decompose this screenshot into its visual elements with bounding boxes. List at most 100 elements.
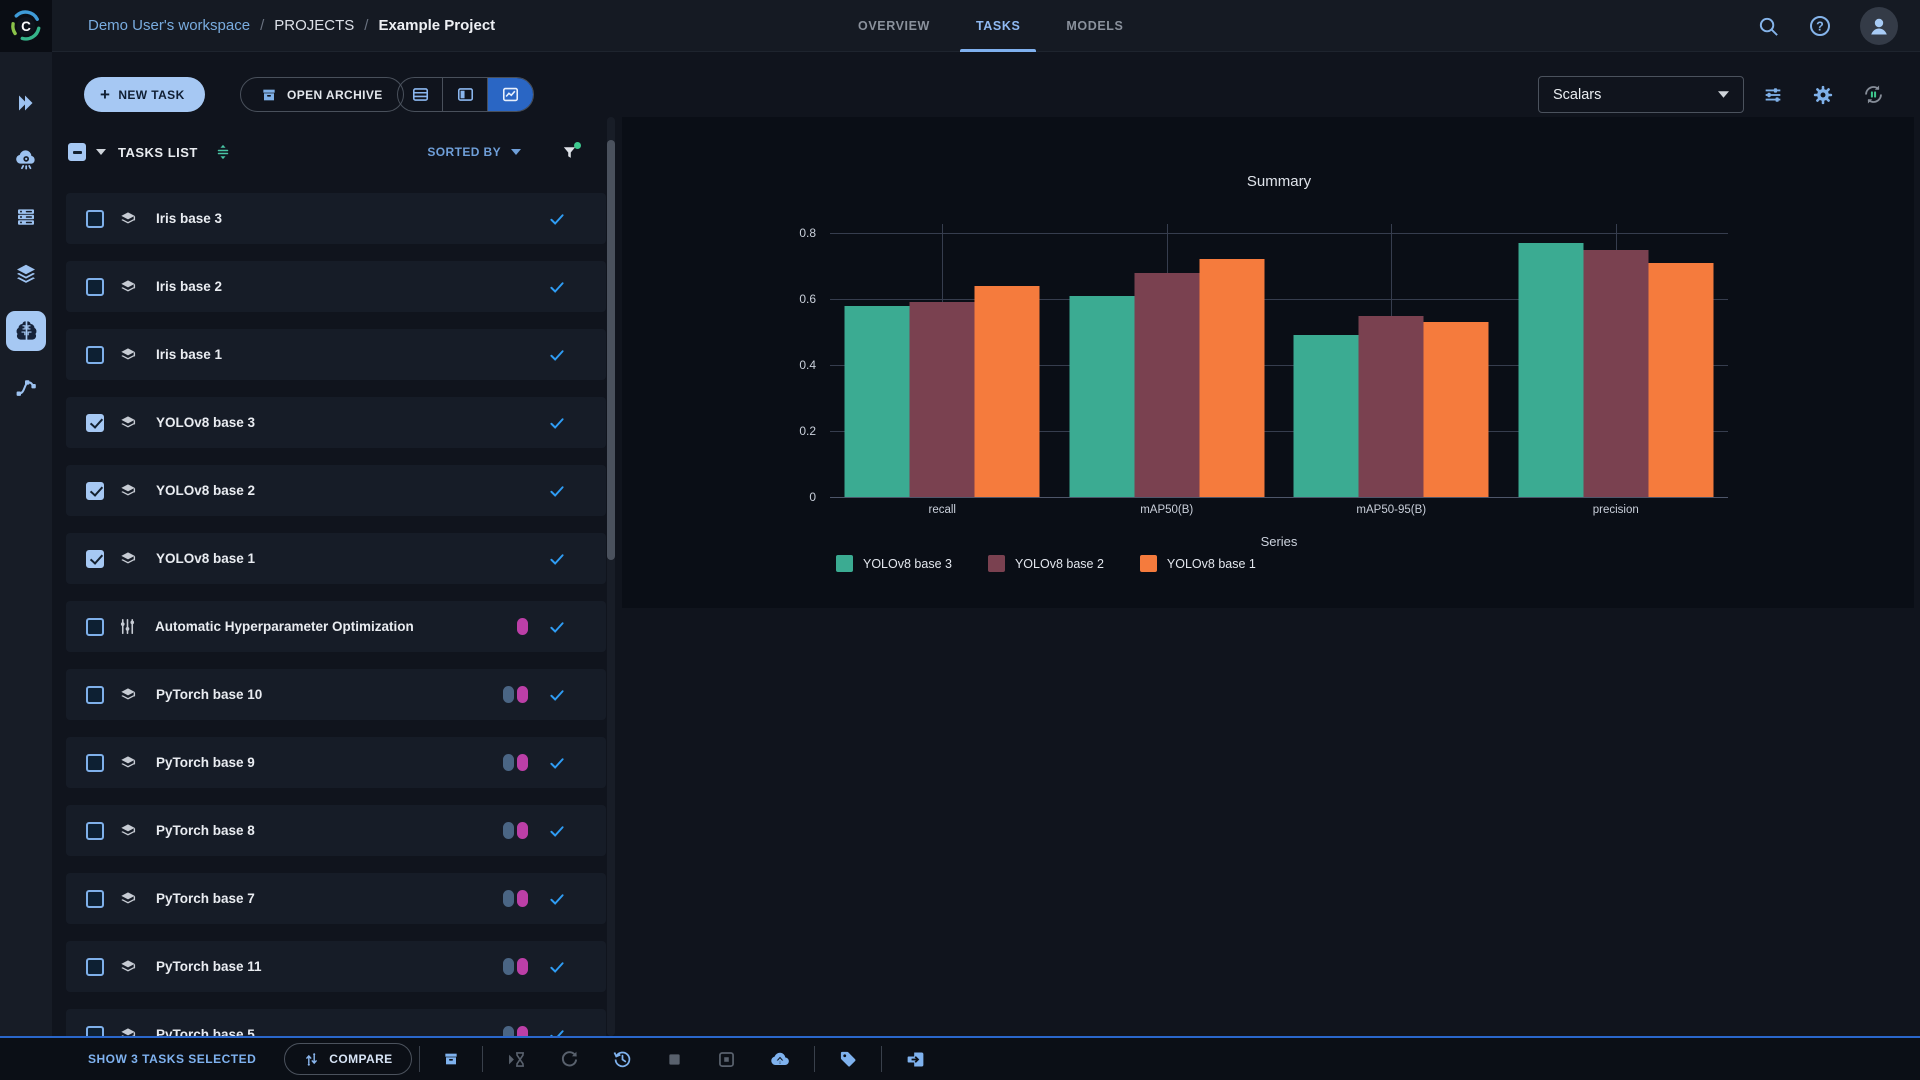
task-checkbox[interactable] bbox=[86, 890, 104, 908]
open-archive-button[interactable]: OPEN ARCHIVE bbox=[240, 77, 404, 112]
expand-collapse-icon[interactable] bbox=[214, 143, 232, 161]
task-checkbox[interactable] bbox=[86, 346, 104, 364]
task-row[interactable]: PyTorch base 5 bbox=[66, 1009, 606, 1036]
sidebar-item-workers-queues[interactable] bbox=[0, 188, 52, 245]
task-checkbox[interactable] bbox=[86, 278, 104, 296]
task-row[interactable]: Iris base 3 bbox=[66, 193, 606, 244]
sorted-by-dropdown[interactable]: SORTED BY bbox=[427, 145, 521, 159]
legend-item[interactable]: YOLOv8 base 2 bbox=[988, 555, 1104, 572]
tag-pill-magenta bbox=[517, 686, 528, 703]
tag-pill-magenta bbox=[517, 618, 528, 635]
task-row[interactable]: PyTorch base 9 bbox=[66, 737, 606, 788]
task-row[interactable]: PyTorch base 11 bbox=[66, 941, 606, 992]
auto-refresh-button[interactable] bbox=[1862, 83, 1885, 106]
help-button[interactable]: ? bbox=[1808, 14, 1832, 38]
task-checkbox[interactable] bbox=[86, 958, 104, 976]
search-button[interactable] bbox=[1757, 15, 1780, 38]
tag-pill-slate bbox=[503, 1026, 514, 1036]
restore-history-button[interactable] bbox=[612, 1049, 633, 1070]
bar-yolov8-base-2-precision[interactable] bbox=[1583, 250, 1648, 498]
split-view-toggle[interactable] bbox=[443, 78, 488, 111]
y-tick-label: 0.2 bbox=[799, 424, 816, 438]
task-checkbox[interactable] bbox=[86, 1026, 104, 1037]
chevron-down-icon[interactable] bbox=[96, 149, 106, 155]
task-row[interactable]: Iris base 2 bbox=[66, 261, 606, 312]
tags-button[interactable] bbox=[838, 1049, 858, 1069]
sidebar-item-datasets[interactable] bbox=[0, 245, 52, 302]
tasks-scrollbar[interactable] bbox=[607, 117, 615, 1036]
scrollbar-thumb[interactable] bbox=[607, 140, 615, 560]
new-task-button[interactable]: + NEW TASK bbox=[84, 77, 205, 112]
legend-item[interactable]: YOLOv8 base 3 bbox=[836, 555, 952, 572]
chart-plot[interactable]: 00.20.40.60.8recallmAP50(B)mAP50-95(B)pr… bbox=[830, 233, 1728, 497]
clearml-logo[interactable]: C bbox=[0, 0, 52, 52]
bar-yolov8-base-2-mAP50(B)[interactable] bbox=[1134, 273, 1199, 497]
task-name: Iris base 2 bbox=[156, 279, 222, 294]
check-icon bbox=[548, 686, 566, 704]
move-to-project-button[interactable] bbox=[905, 1049, 926, 1070]
bar-yolov8-base-2-mAP50-95(B)[interactable] bbox=[1359, 316, 1424, 498]
metric-type-dropdown[interactable]: Scalars bbox=[1538, 76, 1744, 113]
bar-yolov8-base-3-recall[interactable] bbox=[845, 306, 910, 497]
show-selected-button[interactable]: SHOW 3 TASKS SELECTED bbox=[88, 1052, 256, 1066]
compare-button[interactable]: COMPARE bbox=[284, 1043, 411, 1075]
tab-tasks[interactable]: TASKS bbox=[976, 0, 1020, 52]
compare-icon bbox=[303, 1051, 320, 1068]
bar-yolov8-base-2-recall[interactable] bbox=[910, 302, 975, 497]
enqueue-button[interactable] bbox=[506, 1049, 527, 1070]
task-checkbox[interactable] bbox=[86, 754, 104, 772]
archive-button[interactable] bbox=[443, 1051, 459, 1067]
tag-pill-magenta bbox=[517, 754, 528, 771]
breadcrumb-projects[interactable]: PROJECTS bbox=[274, 17, 354, 34]
task-row[interactable]: PyTorch base 10 bbox=[66, 669, 606, 720]
task-checkbox[interactable] bbox=[86, 822, 104, 840]
settings-gear-button[interactable] bbox=[1812, 84, 1834, 106]
tune-button[interactable] bbox=[1762, 84, 1784, 106]
tab-overview[interactable]: OVERVIEW bbox=[858, 0, 930, 52]
sidebar-item-model-serving[interactable] bbox=[0, 131, 52, 188]
select-all-checkbox[interactable] bbox=[68, 143, 86, 161]
task-checkbox[interactable] bbox=[86, 550, 104, 568]
task-row[interactable]: YOLOv8 base 1 bbox=[66, 533, 606, 584]
publish-button[interactable] bbox=[769, 1048, 791, 1070]
task-checkbox[interactable] bbox=[86, 686, 104, 704]
task-checkbox[interactable] bbox=[86, 618, 104, 636]
bar-yolov8-base-3-precision[interactable] bbox=[1518, 243, 1583, 497]
task-row[interactable]: Iris base 1 bbox=[66, 329, 606, 380]
task-checkbox[interactable] bbox=[86, 210, 104, 228]
abort-button[interactable] bbox=[665, 1050, 684, 1069]
sidebar-item-pipelines[interactable] bbox=[0, 359, 52, 416]
table-view-toggle[interactable] bbox=[398, 78, 443, 111]
chart-view-toggle[interactable] bbox=[488, 78, 533, 111]
reset-button[interactable] bbox=[559, 1049, 580, 1070]
breadcrumb: Demo User's workspace / PROJECTS / Examp… bbox=[88, 17, 495, 34]
bar-yolov8-base-1-recall[interactable] bbox=[975, 286, 1040, 497]
sidebar-item-projects-brain[interactable] bbox=[0, 302, 52, 359]
abort-all-children-button[interactable] bbox=[716, 1049, 737, 1070]
tab-models[interactable]: MODELS bbox=[1066, 0, 1123, 52]
header-actions: ? bbox=[1757, 0, 1898, 52]
user-avatar[interactable] bbox=[1860, 7, 1898, 45]
task-row[interactable]: PyTorch base 7 bbox=[66, 873, 606, 924]
bar-yolov8-base-3-mAP50-95(B)[interactable] bbox=[1294, 335, 1359, 497]
filter-funnel-icon[interactable] bbox=[561, 144, 578, 161]
task-layers-icon bbox=[118, 549, 138, 569]
task-checkbox[interactable] bbox=[86, 482, 104, 500]
legend-item[interactable]: YOLOv8 base 1 bbox=[1140, 555, 1256, 572]
task-row[interactable]: Automatic Hyperparameter Optimization bbox=[66, 601, 606, 652]
svg-text:C: C bbox=[21, 18, 31, 33]
task-checkbox[interactable] bbox=[86, 414, 104, 432]
task-row[interactable]: YOLOv8 base 2 bbox=[66, 465, 606, 516]
task-row[interactable]: PyTorch base 8 bbox=[66, 805, 606, 856]
sidebar-item-expand-sidebar[interactable] bbox=[0, 74, 52, 131]
bar-yolov8-base-3-mAP50(B)[interactable] bbox=[1069, 296, 1134, 497]
chart-title: Summary bbox=[830, 173, 1728, 190]
tag-pill-magenta bbox=[517, 890, 528, 907]
bar-yolov8-base-1-mAP50(B)[interactable] bbox=[1199, 259, 1264, 497]
task-row[interactable]: YOLOv8 base 3 bbox=[66, 397, 606, 448]
bar-yolov8-base-1-precision[interactable] bbox=[1648, 263, 1713, 497]
bar-yolov8-base-1-mAP50-95(B)[interactable] bbox=[1424, 322, 1489, 497]
bar-group-mAP50(B): mAP50(B) bbox=[1055, 233, 1280, 497]
breadcrumb-workspace[interactable]: Demo User's workspace bbox=[88, 17, 250, 34]
divider bbox=[814, 1046, 815, 1072]
